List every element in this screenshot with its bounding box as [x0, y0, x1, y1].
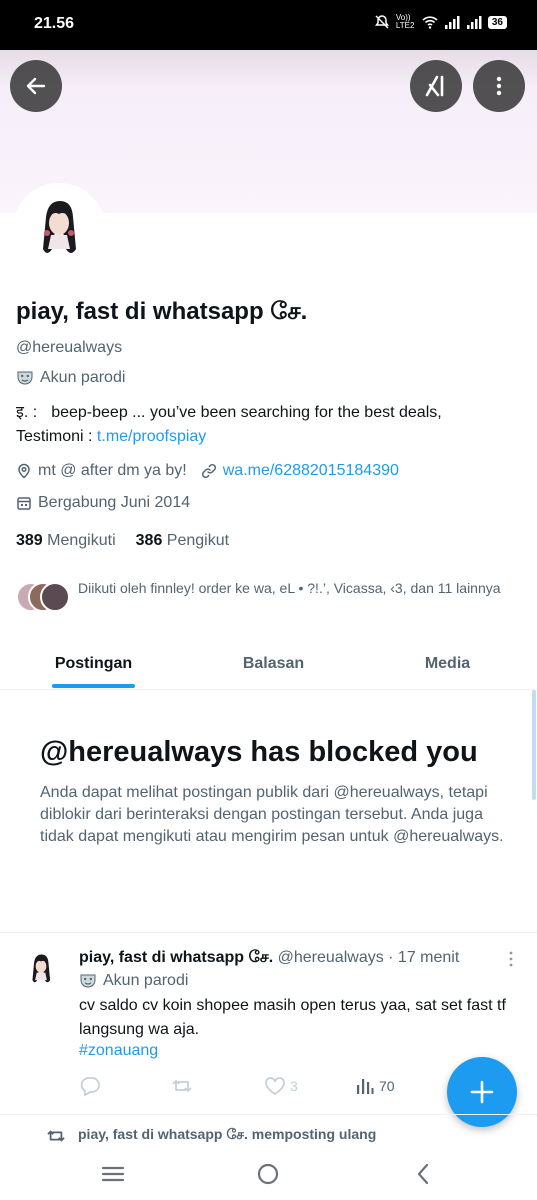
location-icon: [18, 463, 30, 479]
followers-label: Pengikut: [166, 532, 230, 549]
following-label: Mengikuti: [47, 532, 116, 549]
profile-meta-row: mt @ after dm ya by! wa.me/6288201518439…: [16, 462, 413, 480]
wifi-icon: [422, 16, 438, 29]
status-bar: 21.56 Vo)) LTE2 36: [0, 0, 537, 50]
like-button[interactable]: 3: [264, 1076, 298, 1096]
mute-icon: [374, 15, 389, 29]
network-label: Vo)) LTE2: [395, 13, 415, 30]
tweet-avatar[interactable]: [18, 947, 64, 993]
website-item[interactable]: wa.me/62882015184390: [201, 462, 399, 480]
tweet-parody-label: Akun parodi: [103, 972, 189, 989]
parody-badge: Akun parodi: [16, 369, 125, 387]
tab-balasan[interactable]: Balasan: [210, 638, 337, 690]
system-back-button[interactable]: [408, 1160, 438, 1188]
more-vertical-icon: [509, 951, 513, 967]
bio-testimoni-label: Testimoni :: [16, 428, 93, 445]
reply-button[interactable]: [79, 1076, 101, 1096]
tweet-hashtag[interactable]: #zonauang: [79, 1042, 158, 1060]
back-button[interactable]: [10, 60, 62, 112]
bio-link[interactable]: t.me/proofspiay: [97, 428, 206, 445]
views-button[interactable]: 70: [355, 1076, 395, 1096]
tweet-avatar-image: [18, 947, 64, 993]
tweet-header: piay, fast di whatsapp சே. @hereualways …: [79, 948, 459, 968]
tweet-text: cv saldo cv koin shopee masih open terus…: [79, 997, 506, 1038]
system-nav-bar: [0, 1148, 537, 1200]
home-button[interactable]: [253, 1160, 283, 1188]
repost-button[interactable]: [171, 1076, 193, 1096]
avatar-image: [16, 187, 102, 273]
location-text: mt @ after dm ya by!: [38, 462, 187, 479]
views-count: 70: [379, 1078, 395, 1094]
tab-postingan[interactable]: Postingan: [30, 638, 157, 690]
calendar-icon: [17, 497, 31, 510]
active-tab-indicator: [52, 684, 135, 688]
battery-indicator: 36: [487, 15, 507, 29]
back-arrow-icon: [26, 77, 46, 95]
signal-icon-2: [466, 16, 482, 29]
joined-text: Bergabung Juni 2014: [38, 494, 191, 511]
repost-indicator[interactable]: piay, fast di whatsapp சே. memposting ul…: [46, 1126, 376, 1145]
profile-display-name: piay, fast di whatsapp சே.: [16, 298, 308, 325]
profile-handle: @hereualways: [16, 339, 123, 356]
tab-media[interactable]: Media: [384, 638, 511, 690]
more-options-button[interactable]: [473, 60, 525, 112]
repost-text: piay, fast di whatsapp சே. memposting ul…: [78, 1126, 377, 1142]
status-time: 21.56: [34, 15, 75, 32]
tweet-author-name[interactable]: piay, fast di whatsapp சே.: [79, 949, 273, 966]
location-item: mt @ after dm ya by!: [16, 462, 187, 480]
joined-item: Bergabung Juni 2014: [16, 494, 190, 512]
tweet-parody-badge: Akun parodi: [79, 972, 188, 990]
scroll-indicator[interactable]: [532, 690, 536, 800]
bio-prefix: इ. :: [16, 404, 38, 421]
follower-avatars: [16, 582, 70, 616]
tweet-meta: @hereualways · 17 menit: [277, 949, 460, 966]
follower-avatar: [40, 582, 70, 612]
divider: [0, 1114, 537, 1115]
profile-avatar[interactable]: [12, 183, 106, 277]
signal-icon-1: [444, 16, 460, 29]
menu-icon: [101, 1166, 125, 1182]
grok-icon: [425, 75, 444, 97]
repost-icon: [47, 1130, 65, 1141]
repost-icon: [172, 1080, 192, 1092]
like-count: 3: [290, 1078, 298, 1094]
reply-icon: [80, 1077, 100, 1096]
parody-mask-icon: [17, 371, 33, 385]
views-icon: [357, 1079, 374, 1094]
following-link[interactable]: 389 Mengikuti: [16, 532, 116, 550]
back-chevron-icon: [417, 1163, 429, 1185]
tweet-more-button[interactable]: [504, 950, 518, 973]
recent-apps-button[interactable]: [98, 1160, 128, 1188]
tweet-actions: 3 70: [79, 1076, 439, 1102]
website-link[interactable]: wa.me/62882015184390: [223, 462, 399, 480]
link-icon: [201, 463, 216, 479]
followed-by-text: Diikuti oleh finnley! order ke wa, eL • …: [78, 580, 501, 596]
grok-button[interactable]: [410, 60, 462, 112]
following-count: 389: [16, 532, 43, 549]
follow-stats: 389 Mengikuti 386 Pengikut: [16, 532, 229, 550]
blocked-message: Anda dapat melihat postingan publik dari…: [40, 784, 504, 845]
profile-bio: इ. : beep-beep ... you’ve been searching …: [16, 401, 526, 449]
followers-count: 386: [135, 532, 163, 549]
parody-mask-icon: [80, 974, 96, 988]
divider: [0, 932, 537, 933]
plus-icon: [470, 1080, 494, 1104]
profile-tabs: Postingan Balasan Media: [0, 638, 537, 690]
like-icon: [265, 1077, 285, 1095]
bio-text: beep-beep ... you’ve been searching for …: [51, 404, 442, 421]
more-vertical-icon: [496, 76, 502, 96]
followers-link[interactable]: 386 Pengikut: [136, 532, 229, 550]
parody-label: Akun parodi: [40, 369, 126, 386]
home-circle-icon: [257, 1163, 279, 1185]
blocked-title: @hereualways has blocked you: [40, 736, 478, 768]
compose-fab[interactable]: [447, 1057, 517, 1127]
status-icons: Vo)) LTE2 36: [374, 14, 507, 30]
followed-by-row[interactable]: Diikuti oleh finnley! order ke wa, eL • …: [16, 578, 521, 616]
